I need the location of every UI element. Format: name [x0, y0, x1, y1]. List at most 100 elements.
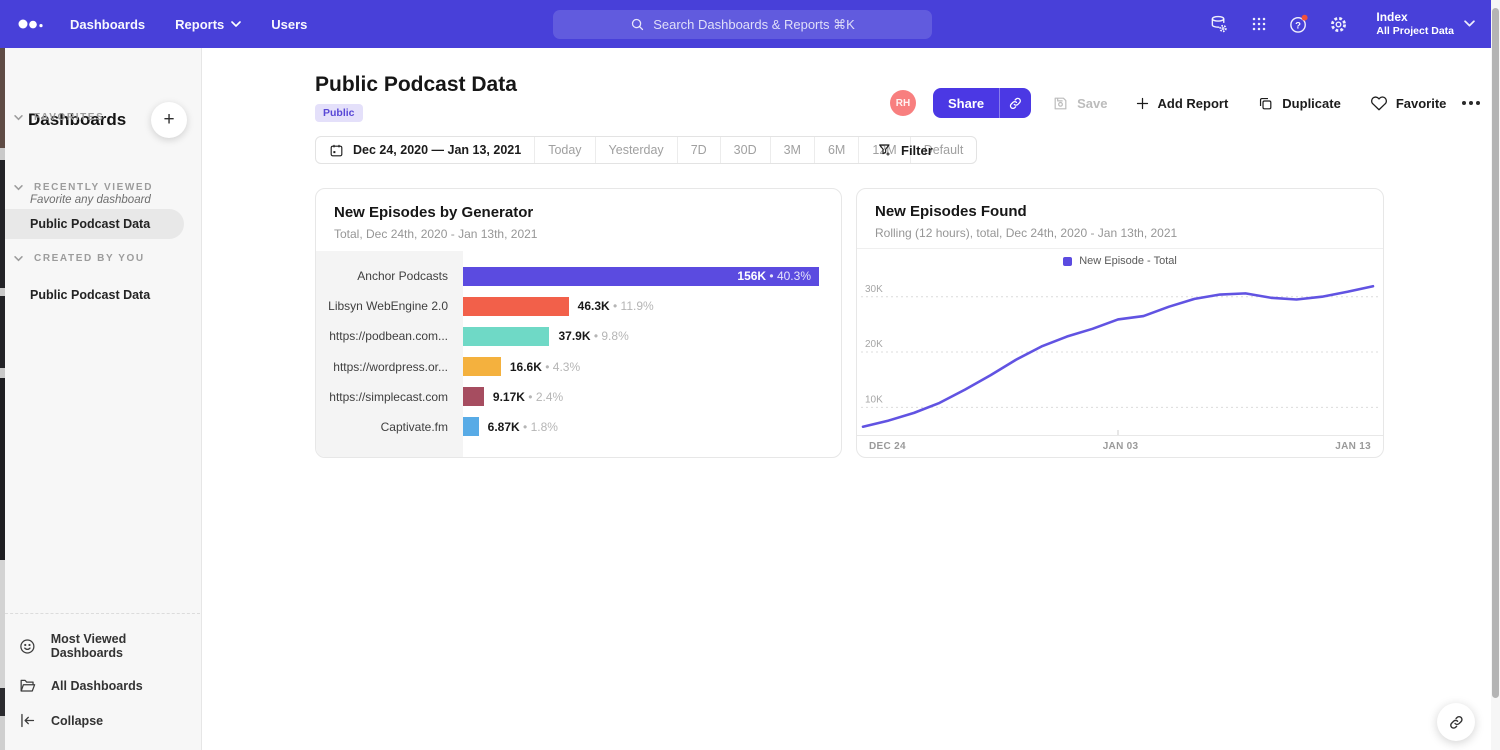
background-strip — [0, 48, 5, 750]
share-button[interactable]: Share — [933, 88, 1031, 118]
legend-swatch — [1063, 257, 1072, 266]
bar[interactable] — [463, 357, 501, 376]
chevron-down-icon — [14, 115, 23, 121]
section-recently-viewed[interactable]: RECENTLY VIEWED — [14, 182, 153, 193]
settings-gear-icon[interactable] — [1328, 14, 1349, 35]
project-switcher[interactable]: Index All Project Data — [1376, 10, 1475, 38]
preset-yesterday[interactable]: Yesterday — [595, 137, 677, 163]
preset-7d[interactable]: 7D — [677, 137, 720, 163]
bar[interactable] — [463, 417, 479, 436]
search-input[interactable]: Search Dashboards & Reports ⌘K — [553, 10, 932, 39]
x-tick-label: JAN 03 — [1103, 441, 1139, 452]
bar[interactable] — [463, 297, 569, 316]
preset-30d[interactable]: 30D — [720, 137, 770, 163]
share-link-fab[interactable] — [1437, 703, 1475, 741]
header-actions: RH Share Save Add Report Duplicate Favor… — [890, 88, 1480, 118]
save-icon — [1052, 95, 1069, 112]
avatar[interactable]: RH — [890, 90, 916, 116]
duplicate-button[interactable]: Duplicate — [1257, 95, 1341, 112]
sidebar: Dashboards + FAVORITES Favorite any dash… — [0, 48, 202, 750]
section-favorites[interactable]: FAVORITES — [14, 112, 104, 123]
chevron-down-icon — [231, 21, 241, 28]
share-link-icon[interactable] — [1000, 88, 1031, 118]
save-button[interactable]: Save — [1052, 95, 1107, 112]
plus-icon — [1135, 96, 1150, 111]
sidebar-item-public-podcast-data-2[interactable]: Public Podcast Data — [5, 280, 184, 310]
page-title: Public Podcast Data — [315, 73, 517, 97]
all-dashboards[interactable]: All Dashboards — [0, 668, 200, 703]
bar-category-label: https://simplecast.com — [316, 382, 463, 412]
datasets-icon[interactable] — [1208, 14, 1229, 35]
bar-value-label: 9.17K • 2.4% — [493, 390, 563, 404]
bar[interactable] — [463, 327, 549, 346]
app-logo-icon[interactable] — [18, 16, 44, 32]
bar[interactable]: 156K • 40.3% — [463, 267, 819, 286]
help-icon[interactable]: ? — [1288, 14, 1309, 35]
x-tick-label: DEC 24 — [869, 441, 906, 452]
sidebar-item-public-podcast-data[interactable]: Public Podcast Data — [5, 209, 184, 239]
chevron-down-icon — [1464, 20, 1475, 28]
more-options-button[interactable] — [1462, 101, 1480, 105]
folder-icon — [18, 676, 37, 695]
page-scrollbar-track — [1491, 0, 1500, 750]
add-report-button[interactable]: Add Report — [1135, 96, 1229, 111]
chevron-down-icon — [14, 256, 23, 262]
filter-funnel-icon — [877, 142, 893, 158]
public-badge: Public — [315, 104, 363, 122]
line-chart-subtitle: Rolling (12 hours), total, Dec 24th, 202… — [875, 226, 1365, 240]
bar-category-label: Libsyn WebEngine 2.0 — [316, 291, 463, 321]
apps-grid-icon[interactable] — [1248, 14, 1269, 35]
project-subtitle: All Project Data — [1376, 25, 1454, 38]
bar-value-label: 37.9K • 9.8% — [558, 329, 628, 343]
link-icon — [1448, 714, 1465, 731]
search-icon — [630, 17, 645, 32]
bar-category-label: https://podbean.com... — [316, 321, 463, 351]
nav-dashboards[interactable]: Dashboards — [70, 17, 145, 32]
add-dashboard-button[interactable]: + — [151, 102, 187, 138]
collapse-sidebar[interactable]: Collapse — [0, 703, 200, 738]
calendar-icon — [329, 143, 344, 158]
bar-category-label: Anchor Podcasts — [316, 261, 463, 291]
svg-text:?: ? — [1296, 20, 1302, 31]
bar-value-label: 46.3K • 11.9% — [578, 299, 654, 313]
bar-category-label: https://wordpress.or... — [316, 352, 463, 382]
bar[interactable] — [463, 387, 484, 406]
bar-row: 46.3K • 11.9% — [463, 291, 819, 321]
bar-row: 16.6K • 4.3% — [463, 352, 819, 382]
nav-reports[interactable]: Reports — [175, 17, 241, 32]
smiley-icon — [18, 637, 37, 656]
copy-icon — [1257, 95, 1274, 112]
x-axis: DEC 24 JAN 03 JAN 13 — [857, 435, 1383, 457]
y-tick-label: 20K — [865, 339, 883, 350]
line-chart-card: New Episodes Found Rolling (12 hours), t… — [856, 188, 1384, 458]
bar-row: 6.87K • 1.8% — [463, 412, 819, 442]
y-tick-label: 10K — [865, 394, 883, 405]
bar-chart-subtitle: Total, Dec 24th, 2020 - Jan 13th, 2021 — [334, 227, 823, 241]
bar-row: 9.17K • 2.4% — [463, 382, 819, 412]
x-tick-label: JAN 13 — [1335, 441, 1371, 452]
favorite-button[interactable]: Favorite — [1370, 94, 1447, 112]
bar-value-label: 16.6K • 4.3% — [510, 360, 580, 374]
bar-value-label: 156K • 40.3% — [737, 269, 811, 283]
page-scrollbar-thumb[interactable] — [1492, 8, 1499, 698]
line-plot: 10K20K30K — [857, 273, 1383, 435]
collapse-icon — [18, 711, 37, 730]
date-range-picker[interactable]: Dec 24, 2020 — Jan 13, 2021 — [316, 137, 534, 163]
nav-users[interactable]: Users — [271, 17, 307, 32]
chevron-down-icon — [14, 185, 23, 191]
section-created-by-you[interactable]: CREATED BY YOU — [14, 253, 145, 264]
chart-legend: New Episode - Total — [857, 249, 1383, 273]
bar-value-label: 6.87K • 1.8% — [488, 420, 558, 434]
favorites-empty-text: Favorite any dashboard — [30, 194, 151, 206]
project-name: Index — [1376, 10, 1454, 25]
preset-today[interactable]: Today — [534, 137, 594, 163]
preset-3m[interactable]: 3M — [770, 137, 814, 163]
filter-button[interactable]: Filter — [877, 136, 933, 164]
bar-chart-title: New Episodes by Generator — [334, 204, 823, 221]
preset-6m[interactable]: 6M — [814, 137, 858, 163]
bar-row: 156K • 40.3% — [463, 261, 819, 291]
sidebar-footer: Most Viewed Dashboards All Dashboards Co… — [0, 613, 200, 750]
most-viewed-dashboards[interactable]: Most Viewed Dashboards — [0, 624, 200, 668]
legend-label: New Episode - Total — [1079, 255, 1177, 267]
bar-category-label: Captivate.fm — [316, 412, 463, 442]
